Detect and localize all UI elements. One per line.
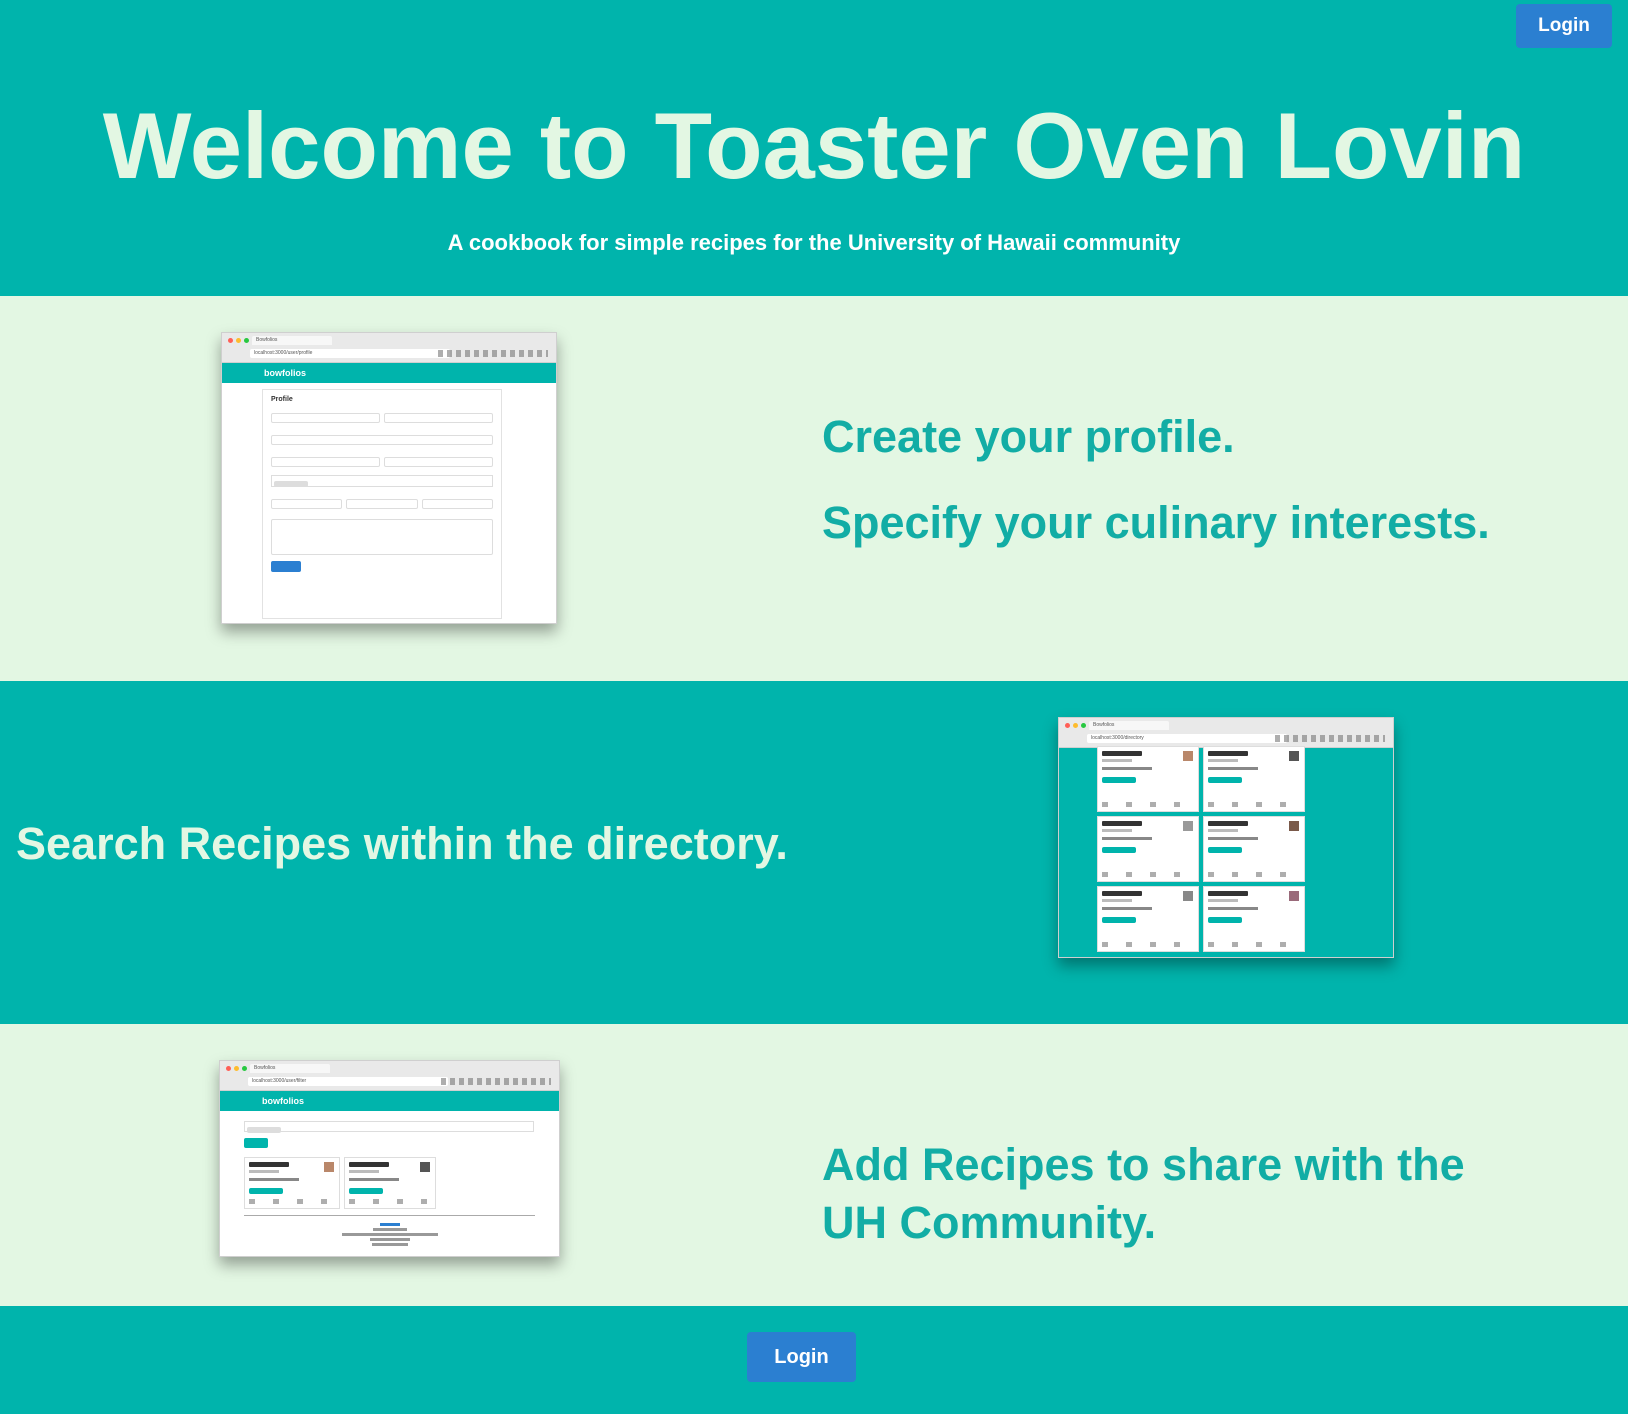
- feature-profile-text: Create your profile. Specify your culina…: [822, 408, 1582, 552]
- profile-form-preview: Profile: [262, 389, 502, 619]
- browser-tab: Bowfolios: [1089, 721, 1169, 730]
- filter-button-preview: [244, 1138, 268, 1148]
- submit-button-preview: [271, 561, 301, 572]
- login-button-top[interactable]: Login: [1516, 4, 1612, 48]
- filter-screenshot: Bowfolios localhost:3000/user/filter bow…: [219, 1060, 560, 1257]
- window-controls-icon: [1065, 723, 1086, 728]
- page-subtitle: A cookbook for simple recipes for the Un…: [447, 230, 1181, 255]
- address-field: [271, 433, 493, 445]
- feature-directory-section: Search Recipes within the directory. Bow…: [0, 681, 1628, 1024]
- feature-line: Create your profile.: [822, 411, 1235, 462]
- name-fields: [271, 411, 493, 423]
- url-bar: localhost:3000/user/profile: [250, 349, 450, 358]
- footer-divider: [244, 1215, 535, 1216]
- browser-chrome: Bowfolios localhost:3000/user/filter: [220, 1061, 559, 1091]
- feature-add-recipes-text: Add Recipes to share with the UH Communi…: [822, 1139, 1465, 1248]
- profile-card-preview: [1203, 746, 1305, 812]
- extension-icons: [441, 1078, 551, 1085]
- form-title: Profile: [271, 396, 293, 403]
- interests-select: [271, 475, 493, 487]
- window-controls-icon: [228, 338, 249, 343]
- profile-card-preview: [1097, 816, 1199, 882]
- interests-select: [244, 1121, 534, 1133]
- browser-tab: Bowfolios: [252, 336, 332, 345]
- window-controls-icon: [226, 1066, 247, 1071]
- extension-icons: [438, 350, 548, 357]
- profile-card-preview: [1097, 886, 1199, 952]
- directory-screenshot: Bowfolios localhost:3000/directory: [1058, 717, 1394, 958]
- profile-screenshot: Bowfolios localhost:3000/user/profile bo…: [221, 332, 557, 624]
- feature-directory-text: Search Recipes within the directory.: [16, 818, 788, 869]
- bio-field: [271, 519, 493, 555]
- profile-card-preview: [1097, 746, 1199, 812]
- extension-icons: [1275, 735, 1385, 742]
- feature-profile-section: Bowfolios localhost:3000/user/profile bo…: [0, 296, 1628, 681]
- footer-section: Login: [0, 1306, 1628, 1414]
- social-fields: [271, 497, 493, 509]
- url-bar: localhost:3000/user/filter: [248, 1077, 448, 1086]
- hero-section: Login Welcome to Toaster Oven Lovin A co…: [0, 0, 1628, 296]
- profile-card-preview: [344, 1157, 436, 1209]
- footer-text-preview: [220, 1221, 559, 1248]
- browser-tab: Bowfolios: [250, 1064, 330, 1073]
- page-title: Welcome to Toaster Oven Lovin: [102, 93, 1526, 198]
- app-navbar: bowfolios: [220, 1091, 559, 1111]
- profile-card-preview: [244, 1157, 340, 1209]
- profile-card-preview: [1203, 886, 1305, 952]
- login-button-bottom[interactable]: Login: [747, 1332, 856, 1382]
- contact-fields: [271, 455, 493, 467]
- app-navbar: bowfolios: [222, 363, 556, 383]
- feature-add-recipes-section: Bowfolios localhost:3000/user/filter bow…: [0, 1024, 1628, 1306]
- browser-chrome: Bowfolios localhost:3000/user/profile: [222, 333, 556, 363]
- feature-line: Specify your culinary interests.: [822, 497, 1490, 548]
- url-bar: localhost:3000/directory: [1087, 734, 1287, 743]
- browser-chrome: Bowfolios localhost:3000/directory: [1059, 718, 1393, 748]
- directory-card-grid: [1097, 746, 1305, 952]
- profile-card-preview: [1203, 816, 1305, 882]
- filter-card-grid: [244, 1157, 436, 1209]
